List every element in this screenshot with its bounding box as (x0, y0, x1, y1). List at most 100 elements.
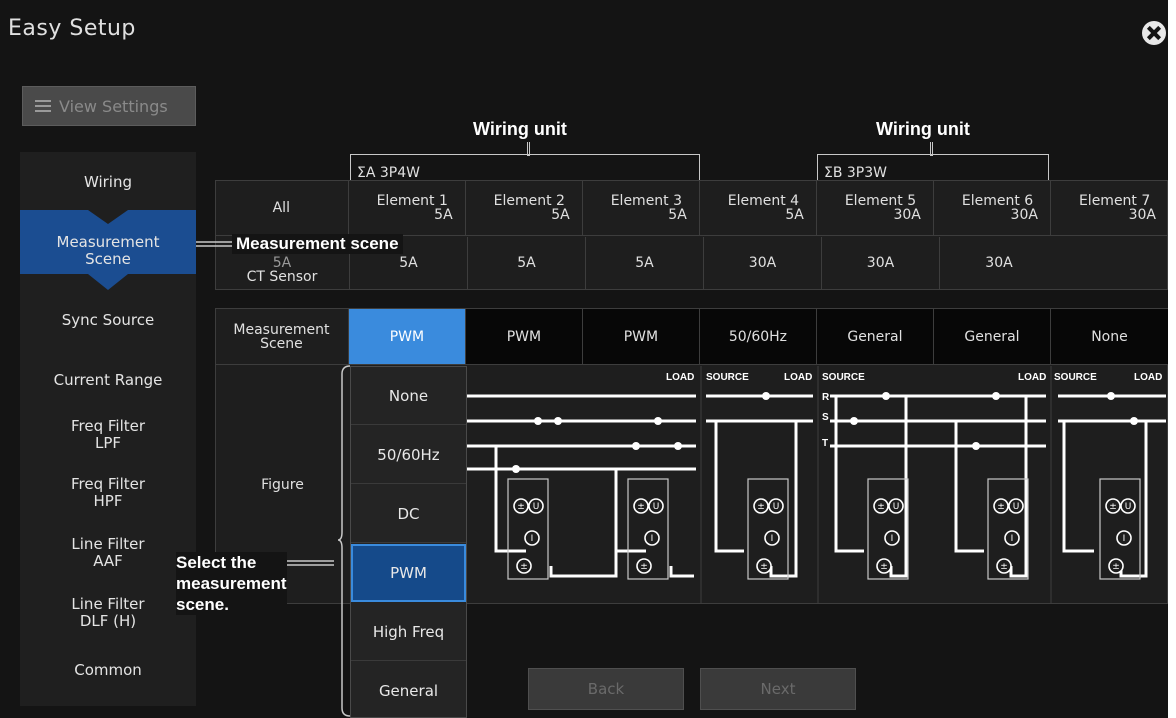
sidebar-item-line-filter-dlf[interactable]: Line Filter DLF (H) (20, 596, 196, 630)
option-label: PWM (390, 564, 427, 582)
ct-value: 30A (866, 255, 895, 271)
element-7-header[interactable]: Element 7 30A (1051, 181, 1168, 235)
measurement-scene-annotation: Measurement scene (232, 234, 403, 254)
next-button[interactable]: Next (700, 668, 856, 710)
sidebar-item-wiring[interactable]: Wiring (20, 174, 196, 191)
scene-label: Measurement Scene (233, 321, 330, 352)
scene-row: Measurement Scene PWM PWM PWM 50/60Hz Ge… (215, 309, 1168, 365)
sidebar-pointer-active (88, 274, 128, 290)
measurement-scene-bracket (196, 241, 232, 247)
meter-pm: ± (640, 562, 648, 572)
close-icon[interactable] (1142, 21, 1166, 45)
ct-value-cell: 30A (940, 237, 1058, 289)
element-4-header[interactable]: Element 4 5A (700, 181, 817, 235)
scene-option-5060hz[interactable]: 50/60Hz (351, 426, 466, 484)
back-button[interactable]: Back (528, 668, 684, 710)
scene-option-high-freq[interactable]: High Freq (351, 603, 466, 661)
next-label: Next (760, 680, 796, 698)
element-name: Element 6 (961, 193, 1034, 209)
element-range: 5A (668, 207, 687, 223)
meter-i: I (531, 534, 534, 544)
sidebar-item-freq-filter-lpf[interactable]: Freq Filter LPF (20, 418, 196, 452)
phase-t-label: T (822, 438, 828, 449)
wiring-unit-annotation-2: Wiring unit (876, 119, 970, 139)
ct-value-cell: 5A (586, 237, 704, 289)
ct-value: 30A (748, 255, 777, 271)
scene-option-none[interactable]: None (351, 367, 466, 425)
element-6-scene[interactable]: General (933, 309, 1051, 364)
ct-value-cell: 5A (468, 237, 586, 289)
element-name: Element 5 (844, 193, 917, 209)
meter-pm: ± (997, 502, 1005, 512)
meter-pm: ± (1000, 562, 1008, 572)
element-range: 30A (1128, 207, 1156, 223)
element-range: 5A (785, 207, 804, 223)
load-label: LOAD (666, 372, 694, 383)
source-label: SOURCE (706, 372, 749, 383)
element-5-header[interactable]: Element 5 30A (817, 181, 934, 235)
sidebar-item-label: Current Range (53, 371, 163, 389)
ct-value-cell: 30A (704, 237, 822, 289)
ct-value: 5A (399, 255, 418, 271)
ct-sensor-label: CT Sensor (246, 269, 318, 285)
element-6-header[interactable]: Element 6 30A (934, 181, 1051, 235)
element-5-scene[interactable]: General (816, 309, 934, 364)
measurement-scene-dropdown[interactable]: None 50/60Hz DC PWM High Freq General (350, 366, 467, 718)
element-3-scene[interactable]: PWM (582, 309, 700, 364)
sidebar-item-common[interactable]: Common (20, 662, 196, 679)
list-icon (35, 100, 51, 112)
scene-value: General (964, 328, 1020, 345)
scene-value: None (1091, 328, 1128, 345)
wiring-unit-label: ΣB 3P3W (824, 165, 887, 181)
sidebar-item-label: Line Filter DLF (H) (71, 595, 145, 630)
sidebar-item-current-range[interactable]: Current Range (20, 372, 196, 389)
wiring-unit-box-a: ΣA 3P4W (350, 154, 700, 182)
sidebar-item-sync-source[interactable]: Sync Source (20, 312, 196, 329)
element-range: 30A (893, 207, 921, 223)
meter-i: I (1011, 534, 1014, 544)
view-settings-button[interactable]: View Settings (22, 86, 196, 126)
sidebar-item-label: Wiring (83, 173, 133, 191)
element-2-header[interactable]: Element 2 5A (466, 181, 583, 235)
element-1-header[interactable]: Element 1 5A (349, 181, 466, 235)
scene-option-dc[interactable]: DC (351, 485, 466, 543)
element-range: 5A (551, 207, 570, 223)
element-name: Element 1 (376, 193, 448, 209)
element-2-scene[interactable]: PWM (465, 309, 583, 364)
meter-u: U (1125, 502, 1132, 512)
meter-i: I (1123, 534, 1126, 544)
scene-option-general[interactable]: General (351, 662, 466, 718)
option-label: None (388, 386, 429, 405)
meter-i: I (891, 534, 894, 544)
wiring-unit-label: ΣA 3P4W (357, 165, 420, 181)
select-scene-annotation: Select the measurement scene. (176, 552, 287, 615)
element-4-scene[interactable]: 50/60Hz (699, 309, 817, 364)
back-label: Back (587, 680, 625, 698)
sidebar-item-freq-filter-hpf[interactable]: Freq Filter HPF (20, 476, 196, 510)
element-name: Element 4 (727, 193, 800, 209)
meter-u: U (1013, 502, 1020, 512)
ct-value: 5A (635, 255, 654, 271)
wiring-figure: LOAD SOURCE LOAD SOURCE LOAD SOURCE LOAD… (466, 366, 1166, 604)
sidebar-item-line-filter-aaf[interactable]: Line Filter AAF (20, 536, 196, 570)
meter-pm: ± (517, 502, 525, 512)
scene-value: General (847, 328, 903, 345)
element-range: 5A (434, 207, 453, 223)
element-range: 30A (1010, 207, 1038, 223)
ct-value: 30A (985, 255, 1013, 271)
scene-value: 50/60Hz (728, 328, 788, 345)
scene-row-label: Measurement Scene (215, 309, 349, 364)
all-elements-cell[interactable]: All (215, 181, 349, 235)
ct-all-value: 5A (272, 255, 292, 271)
scene-option-pwm[interactable]: PWM (351, 544, 466, 602)
window-title: Easy Setup (8, 16, 136, 41)
sidebar-pointer (88, 210, 128, 224)
sidebar: Wiring Measurement Scene Sync Source Cur… (20, 152, 196, 706)
element-3-header[interactable]: Element 3 5A (583, 181, 700, 235)
element-7-scene[interactable]: None (1050, 309, 1168, 364)
element-name: Element 2 (493, 193, 565, 209)
all-label: All (272, 200, 290, 216)
meter-u: U (893, 502, 900, 512)
phase-r-label: R (822, 392, 830, 403)
element-1-scene[interactable]: PWM (348, 309, 466, 364)
